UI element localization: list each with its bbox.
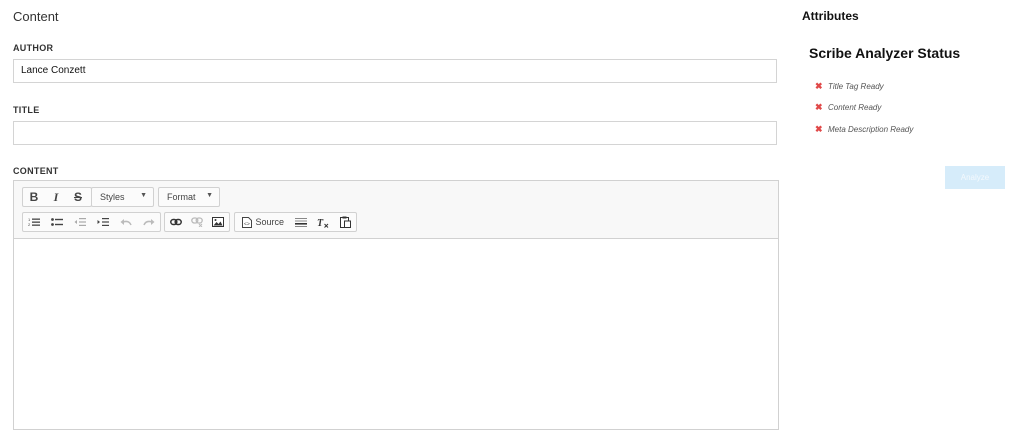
status-label: Title Tag Ready (828, 82, 884, 91)
status-item: ✖ Meta Description Ready (815, 124, 913, 135)
attributes-title: Attributes (802, 9, 859, 23)
x-icon: ✖ (815, 124, 823, 134)
unlink-button[interactable] (186, 213, 207, 231)
decrease-indent-button[interactable] (69, 213, 92, 231)
status-item: ✖ Content Ready (815, 102, 881, 113)
section-title: Content (13, 9, 59, 24)
clipboard-icon (339, 216, 351, 228)
status-label: Meta Description Ready (828, 125, 914, 134)
strikethrough-button[interactable]: S (67, 188, 89, 206)
image-icon (212, 217, 225, 227)
image-button[interactable] (208, 213, 229, 231)
remove-format-icon: T (317, 218, 329, 228)
content-editor: B I S Styles ▼ Format ▼ 1 2 <> Source T (13, 180, 779, 430)
svg-text:<>: <> (244, 221, 250, 227)
redo-icon (142, 219, 155, 226)
attributes-panel: Attributes Scribe Analyzer Status ✖ Titl… (802, 0, 1024, 421)
numbered-list-button[interactable]: 1 2 (23, 213, 46, 231)
format-dropdown[interactable]: Format ▼ (158, 187, 220, 207)
x-icon: ✖ (815, 81, 823, 91)
styles-dropdown[interactable]: Styles ▼ (91, 187, 154, 207)
link-button[interactable] (165, 213, 186, 231)
analyze-button[interactable]: Analyze (945, 166, 1005, 189)
x-icon: ✖ (815, 102, 823, 112)
numbered-list-icon: 1 2 (28, 217, 41, 227)
styles-dropdown-label: Styles (100, 192, 125, 202)
bulleted-list-button[interactable] (46, 213, 69, 231)
chevron-down-icon: ▼ (140, 192, 147, 199)
undo-icon (120, 219, 132, 226)
horizontal-line-button[interactable] (291, 213, 313, 231)
source-button[interactable]: <> Source (235, 213, 291, 231)
svg-text:T: T (317, 218, 324, 228)
list-indent-group: 1 2 (22, 212, 161, 232)
editor-toolbar: B I S Styles ▼ Format ▼ 1 2 <> Source T (14, 181, 778, 239)
content-panel: Content AUTHOR Lance Conzett TITLE CONTE… (13, 0, 779, 430)
indent-icon (97, 218, 109, 226)
increase-indent-button[interactable] (91, 213, 114, 231)
chevron-down-icon: ▼ (206, 192, 213, 199)
title-input[interactable] (13, 121, 777, 145)
analyzer-status-title: Scribe Analyzer Status (809, 45, 961, 61)
undo-button[interactable] (114, 213, 137, 231)
redo-button[interactable] (137, 213, 160, 231)
author-input[interactable]: Lance Conzett (13, 59, 777, 83)
source-tools-group: <> Source T (234, 212, 357, 232)
italic-button[interactable]: I (45, 188, 67, 206)
link-icon (169, 218, 182, 226)
svg-text:2: 2 (28, 222, 31, 227)
status-label: Content Ready (828, 103, 882, 112)
editor-content-area[interactable] (14, 239, 778, 429)
format-dropdown-label: Format (167, 192, 196, 202)
status-item: ✖ Title Tag Ready (815, 81, 884, 92)
bulleted-list-icon (51, 218, 64, 226)
outdent-icon (74, 218, 87, 226)
link-image-group (164, 212, 230, 232)
source-icon: <> (241, 216, 252, 228)
content-label: CONTENT (13, 166, 59, 176)
paste-button[interactable] (334, 213, 356, 231)
author-label: AUTHOR (13, 43, 54, 53)
source-label: Source (255, 217, 285, 227)
title-label: TITLE (13, 105, 40, 115)
bold-button[interactable]: B (23, 188, 45, 206)
unlink-icon (191, 217, 203, 227)
remove-format-button[interactable]: T (312, 213, 334, 231)
basic-styles-group: B I S (22, 187, 92, 207)
horizontal-line-icon (295, 217, 308, 227)
